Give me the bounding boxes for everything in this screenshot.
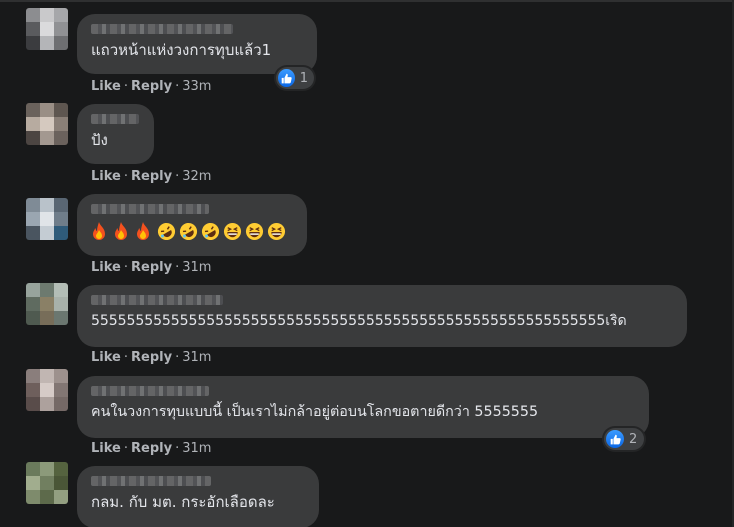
grinning-squinting-emoji-icon [267, 222, 286, 241]
like-icon [278, 69, 295, 87]
separator: · [123, 79, 128, 94]
comment-author[interactable] [91, 384, 635, 398]
comment-bubble [77, 194, 307, 256]
separator: · [123, 169, 128, 184]
comment-author[interactable] [91, 202, 293, 216]
avatar[interactable] [26, 103, 68, 145]
separator: · [175, 350, 180, 365]
separator: · [175, 79, 180, 94]
rolling-laughing-emoji-icon [201, 222, 220, 241]
comment-author[interactable] [91, 22, 303, 36]
comment-text: คนในวงการทุบแบบนี้ เป็นเราไม่กล้าอยู่ต่อ… [91, 404, 539, 420]
comment-timestamp[interactable]: 33m [182, 79, 211, 94]
like-icon [606, 430, 624, 448]
grinning-squinting-emoji-icon [223, 222, 242, 241]
reaction-count: 1 [299, 70, 308, 86]
comment-bubble: 5555555555555555555555555555555555555555… [77, 285, 687, 347]
separator: · [123, 260, 128, 275]
like-button[interactable]: Like [91, 441, 121, 456]
separator: · [175, 441, 180, 456]
comment-bubble: แถวหน้าแห่งวงการทุบแล้ว1 [77, 14, 317, 74]
author-name-blurred [91, 204, 209, 214]
comment-emoji-text [91, 220, 293, 242]
reaction-count: 2 [629, 431, 638, 447]
reply-button[interactable]: Reply [131, 260, 172, 275]
comment-actions: Like · Reply · 33m [91, 79, 211, 94]
like-button[interactable]: Like [91, 350, 121, 365]
reaction-count-badge[interactable]: 2 [604, 428, 644, 450]
comment-author[interactable] [91, 474, 305, 488]
top-divider [0, 0, 734, 2]
avatar[interactable] [26, 8, 68, 50]
separator: · [123, 441, 128, 456]
grinning-squinting-emoji-icon [245, 222, 264, 241]
like-button[interactable]: Like [91, 169, 121, 184]
separator: · [175, 169, 180, 184]
reply-button[interactable]: Reply [131, 79, 172, 94]
comment-author[interactable] [91, 112, 140, 126]
reply-button[interactable]: Reply [131, 441, 172, 456]
comment-bubble: คนในวงการทุบแบบนี้ เป็นเราไม่กล้าอยู่ต่อ… [77, 376, 649, 438]
like-button[interactable]: Like [91, 260, 121, 275]
author-name-blurred [91, 386, 209, 396]
comment-timestamp[interactable]: 31m [182, 350, 211, 365]
comment-text: 5555555555555555555555555555555555555555… [91, 313, 627, 329]
author-name-blurred [91, 114, 139, 124]
comment-text: กลม. กับ มต. กระอักเลือดละ [91, 493, 275, 511]
rolling-laughing-emoji-icon [157, 222, 176, 241]
comment-bubble: กลม. กับ มต. กระอักเลือดละ [77, 466, 319, 527]
comment-timestamp[interactable]: 31m [182, 260, 211, 275]
comment-text: ปัง [91, 131, 108, 149]
author-name-blurred [91, 295, 223, 305]
fire-emoji-icon [113, 221, 129, 241]
like-button[interactable]: Like [91, 79, 121, 94]
comment-author[interactable] [91, 293, 673, 307]
rolling-laughing-emoji-icon [179, 222, 198, 241]
author-name-blurred [91, 24, 233, 34]
comment-actions: Like · Reply · 31m [91, 350, 211, 365]
separator: · [123, 350, 128, 365]
reply-button[interactable]: Reply [131, 350, 172, 365]
author-name-blurred [91, 476, 211, 486]
separator: · [175, 260, 180, 275]
avatar[interactable] [26, 369, 68, 411]
reply-button[interactable]: Reply [131, 169, 172, 184]
comment-actions: Like · Reply · 32m [91, 169, 211, 184]
reaction-count-badge[interactable]: 1 [276, 67, 314, 89]
fire-emoji-icon [135, 221, 151, 241]
comment-actions: Like · Reply · 31m [91, 260, 211, 275]
avatar[interactable] [26, 283, 68, 325]
comment-timestamp[interactable]: 32m [182, 169, 211, 184]
comment-text: แถวหน้าแห่งวงการทุบแล้ว1 [91, 41, 272, 59]
comments-panel: แถวหน้าแห่งวงการทุบแล้ว1 1 Like · Reply · 33… [0, 0, 734, 527]
comment-actions: Like · Reply · 31m [91, 441, 211, 456]
comment-timestamp[interactable]: 31m [182, 441, 211, 456]
avatar[interactable] [26, 198, 68, 240]
comment-bubble: ปัง [77, 104, 154, 164]
fire-emoji-icon [91, 221, 107, 241]
avatar[interactable] [26, 462, 68, 504]
